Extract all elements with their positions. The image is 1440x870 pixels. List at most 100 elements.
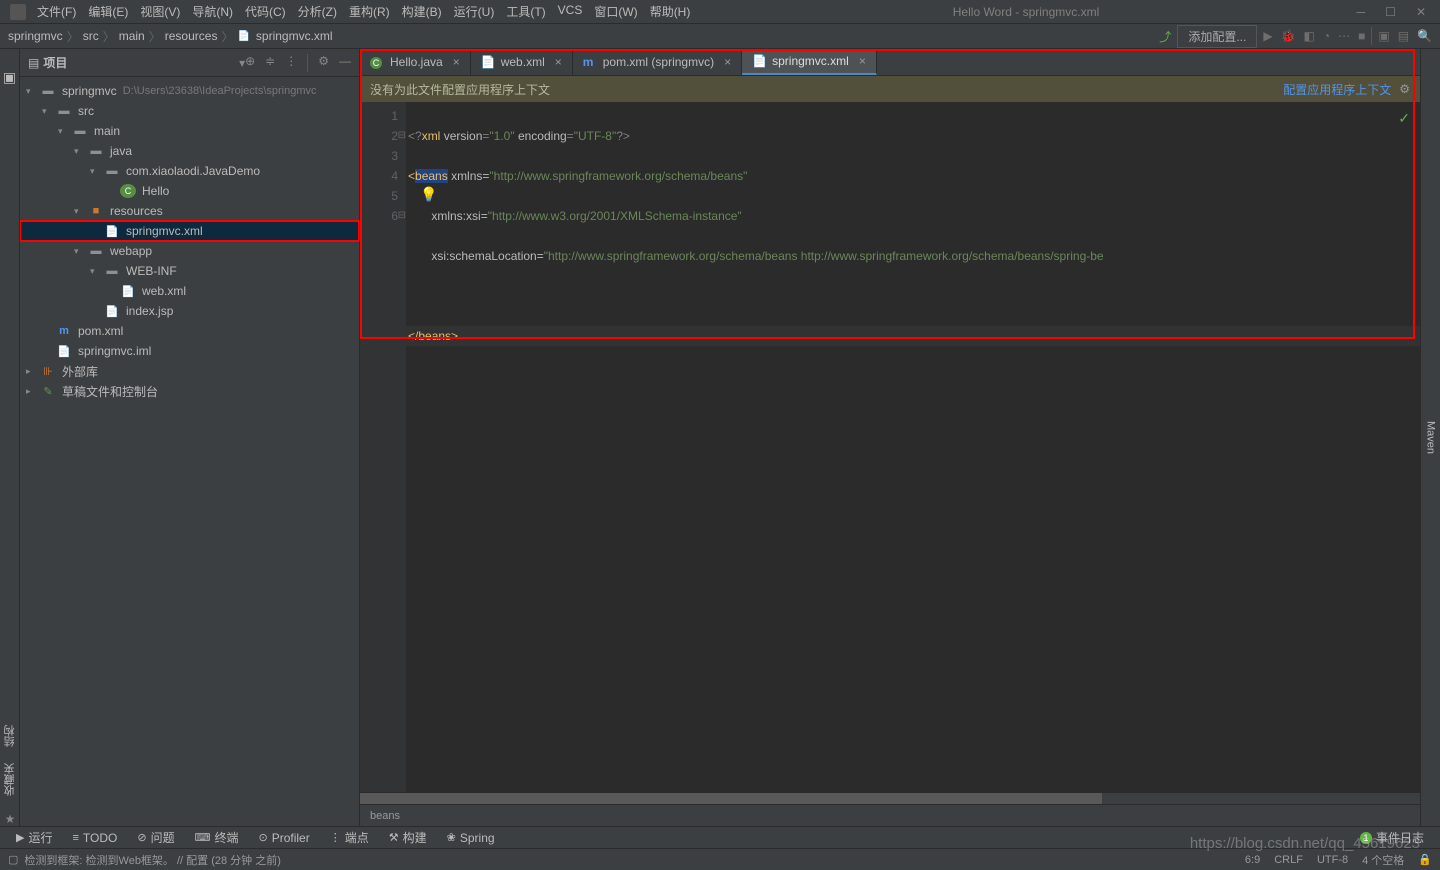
settings-icon[interactable]: ⚙ [318, 54, 329, 72]
breadcrumb-item[interactable]: main [119, 29, 145, 43]
tree-node[interactable]: CHello [20, 181, 359, 201]
close-tab-icon[interactable]: × [724, 55, 731, 69]
project-icon: ▤ [28, 56, 39, 70]
analysis-ok-icon: ✓ [1398, 108, 1410, 128]
tool-window-button[interactable]: ⊘问题 [129, 827, 182, 848]
tree-node[interactable]: ▾▬webapp [20, 241, 359, 261]
editor-tab[interactable]: CHello.java× [360, 49, 471, 75]
breadcrumb-item[interactable]: springmvc.xml [256, 29, 333, 43]
tree-label: java [110, 144, 132, 158]
lock-icon[interactable]: 🔒 [1418, 853, 1432, 866]
tree-label: 草稿文件和控制台 [62, 383, 158, 400]
encoding[interactable]: UTF-8 [1317, 854, 1348, 866]
tree-label: springmvc [62, 84, 117, 98]
tree-node[interactable]: ▾▬springmvcD:\Users\23638\IdeaProjects\s… [20, 81, 359, 101]
debug-icon[interactable]: 🐞 [1281, 29, 1296, 43]
xmlns-xsi: xmlns:xsi [431, 209, 480, 223]
code-editor[interactable]: 123456 ⊟ ⊟ <?xml version="1.0" encoding=… [360, 102, 1420, 792]
tool-window-button[interactable]: ❀Spring [439, 829, 503, 847]
project-tree[interactable]: ▾▬springmvcD:\Users\23638\IdeaProjects\s… [20, 77, 359, 826]
indent[interactable]: 4 个空格 [1362, 852, 1404, 868]
tool-window-button[interactable]: ▶运行 [8, 827, 60, 848]
profile-icon[interactable]: ◔ [1323, 29, 1330, 43]
tree-node[interactable]: 📄web.xml [20, 281, 359, 301]
editor-tab[interactable]: 📄springmvc.xml× [742, 49, 877, 75]
tool-window-button[interactable]: ≡TODO [64, 829, 125, 847]
tree-node[interactable]: ▸✎草稿文件和控制台 [20, 381, 359, 401]
file-x-icon: 📄 [120, 284, 136, 298]
menu-item[interactable]: 分析(Z) [293, 1, 342, 22]
hide-icon[interactable]: — [339, 54, 351, 72]
app-logo-icon [10, 4, 26, 20]
tool-window-button[interactable]: ⌨终端 [187, 827, 247, 848]
close-button[interactable]: ✕ [1416, 5, 1426, 19]
tool-window-button[interactable]: ⚒构建 [381, 827, 435, 848]
tree-node[interactable]: ▾▬src [20, 101, 359, 121]
close-tab-icon[interactable]: × [555, 55, 562, 69]
tool-window-button[interactable]: ⊙Profiler [251, 829, 318, 847]
line-separator[interactable]: CRLF [1274, 854, 1303, 866]
minimize-button[interactable]: ─ [1357, 5, 1366, 19]
favorites-tab[interactable]: 收藏夹 [2, 763, 18, 796]
locate-icon[interactable]: ⊕ [245, 54, 255, 72]
tree-node[interactable]: 📄springmvc.xml [20, 221, 359, 241]
maximize-button[interactable]: ☐ [1385, 5, 1396, 19]
close-tab-icon[interactable]: × [859, 54, 866, 68]
ide-icon[interactable]: ▤ [1398, 29, 1409, 43]
add-configuration-button[interactable]: 添加配置... [1177, 25, 1257, 48]
menu-item[interactable]: 导航(N) [187, 1, 238, 22]
crumb-beans[interactable]: beans [370, 810, 400, 822]
tree-node[interactable]: ▾▬java [20, 141, 359, 161]
status-icon[interactable]: ▢ [8, 853, 18, 866]
editor-tab[interactable]: mpom.xml (springmvc)× [573, 49, 742, 75]
tree-node[interactable]: ▾▬WEB-INF [20, 261, 359, 281]
editor-tab[interactable]: 📄web.xml× [471, 49, 573, 75]
intention-bulb-icon[interactable]: 💡 [420, 184, 437, 204]
menu-item[interactable]: 工具(T) [501, 1, 550, 22]
banner-gear-icon[interactable]: ⚙ [1399, 82, 1410, 96]
tree-node[interactable]: ▾▬main [20, 121, 359, 141]
project-sidebar: ▤ 项目 ▾ ⊕ ≑ ⋮ ⚙ — ▾▬springmvcD:\Users\236… [20, 49, 360, 826]
breadcrumb-item[interactable]: src [83, 29, 99, 43]
menu-item[interactable]: 文件(F) [32, 1, 81, 22]
run-icon[interactable]: ▶ [1263, 29, 1272, 43]
menu-item[interactable]: 视图(V) [135, 1, 185, 22]
stop-icon[interactable]: ■ [1358, 29, 1365, 43]
file-x-icon: 📄 [104, 304, 120, 318]
more-run-icon[interactable]: ⋯ [1338, 29, 1350, 43]
menu-item[interactable]: 代码(C) [240, 1, 291, 22]
structure-tab[interactable]: 结构 [2, 725, 18, 747]
banner-action-link[interactable]: 配置应用程序上下文 [1283, 81, 1391, 98]
code-content[interactable]: <?xml version="1.0" encoding="UTF-8"?> <… [406, 102, 1420, 792]
vcs-icon[interactable]: ▣ [1378, 29, 1389, 43]
menu-item[interactable]: 帮助(H) [645, 1, 696, 22]
menu-item[interactable]: 构建(B) [397, 1, 447, 22]
coverage-icon[interactable]: ◧ [1304, 29, 1315, 43]
build-icon[interactable]: ⤴ [1159, 28, 1171, 45]
editor-breadcrumb[interactable]: beans [360, 804, 1420, 826]
tree-node[interactable]: 📄index.jsp [20, 301, 359, 321]
collapse-icon[interactable]: ⋮ [285, 54, 297, 72]
breadcrumb-item[interactable]: springmvc [8, 29, 63, 43]
menu-item[interactable]: 窗口(W) [589, 1, 642, 22]
menu-item[interactable]: 运行(U) [449, 1, 500, 22]
tree-node[interactable]: mpom.xml [20, 321, 359, 341]
tree-node[interactable]: ▾■resources [20, 201, 359, 221]
tree-node[interactable]: ▾▬com.xiaolaodi.JavaDemo [20, 161, 359, 181]
menu-item[interactable]: 编辑(E) [83, 1, 133, 22]
breadcrumb-item[interactable]: resources [165, 29, 218, 43]
tree-label: com.xiaolaodi.JavaDemo [126, 164, 260, 178]
cursor-position[interactable]: 6:9 [1245, 854, 1260, 866]
search-icon[interactable]: 🔍 [1417, 29, 1432, 43]
tree-node[interactable]: 📄springmvc.iml [20, 341, 359, 361]
menu-item[interactable]: 重构(R) [344, 1, 395, 22]
horizontal-scrollbar[interactable] [360, 792, 1420, 804]
close-tab-icon[interactable]: × [453, 55, 460, 69]
event-log-button[interactable]: 1事件日志 [1352, 827, 1432, 848]
menu-item[interactable]: VCS [553, 1, 588, 22]
tree-node[interactable]: ▸⊪外部库 [20, 361, 359, 381]
tool-window-button[interactable]: ⋮端点 [322, 827, 377, 848]
project-tool-icon[interactable]: ▣ [3, 69, 16, 86]
maven-tab[interactable]: Maven [1425, 421, 1437, 454]
expand-icon[interactable]: ≑ [265, 54, 275, 72]
